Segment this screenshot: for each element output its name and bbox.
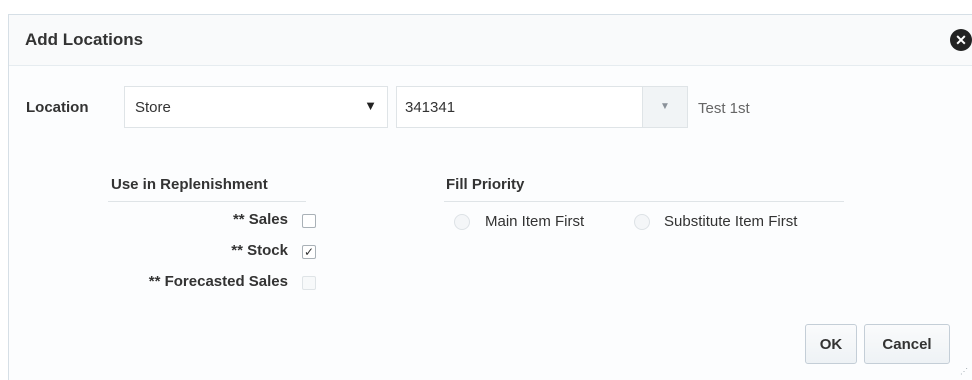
stock-checkbox[interactable]: ✓ [302, 245, 316, 259]
location-description: Test 1st [698, 100, 750, 117]
location-id-value: 341341 [405, 99, 456, 116]
replenishment-divider [108, 201, 306, 202]
sales-label: ** Sales [232, 211, 288, 228]
forecasted-sales-checkbox[interactable] [302, 276, 316, 290]
dialog-title: Add Locations [25, 30, 144, 49]
dropdown-arrow-icon: ▼ [364, 98, 377, 113]
main-item-first-label: Main Item First [485, 213, 585, 230]
location-label: Location [26, 99, 89, 116]
location-id-input[interactable]: 341341 ▼ [396, 86, 688, 128]
substitute-item-first-radio[interactable] [634, 214, 650, 230]
lov-dropdown-button[interactable]: ▼ [642, 87, 687, 127]
resize-grip-icon[interactable]: ⋰ [960, 367, 968, 376]
dialog-title-bar[interactable]: Add Locations ✕ [9, 15, 972, 66]
main-item-first-radio[interactable] [454, 214, 470, 230]
location-type-select[interactable]: Store ▼ [124, 86, 388, 128]
close-icon[interactable]: ✕ [950, 29, 972, 51]
location-type-value: Store [135, 99, 171, 116]
fill-priority-section-title: Fill Priority [446, 176, 525, 193]
substitute-item-first-label: Substitute Item First [664, 213, 798, 230]
stock-label: ** Stock [231, 242, 288, 259]
forecasted-sales-label: ** Forecasted Sales [148, 273, 288, 290]
cancel-button[interactable]: Cancel [864, 324, 950, 364]
ok-button[interactable]: OK [805, 324, 857, 364]
sales-checkbox[interactable] [302, 214, 316, 228]
replenishment-section-title: Use in Replenishment [111, 176, 268, 193]
fill-priority-divider [444, 201, 844, 202]
